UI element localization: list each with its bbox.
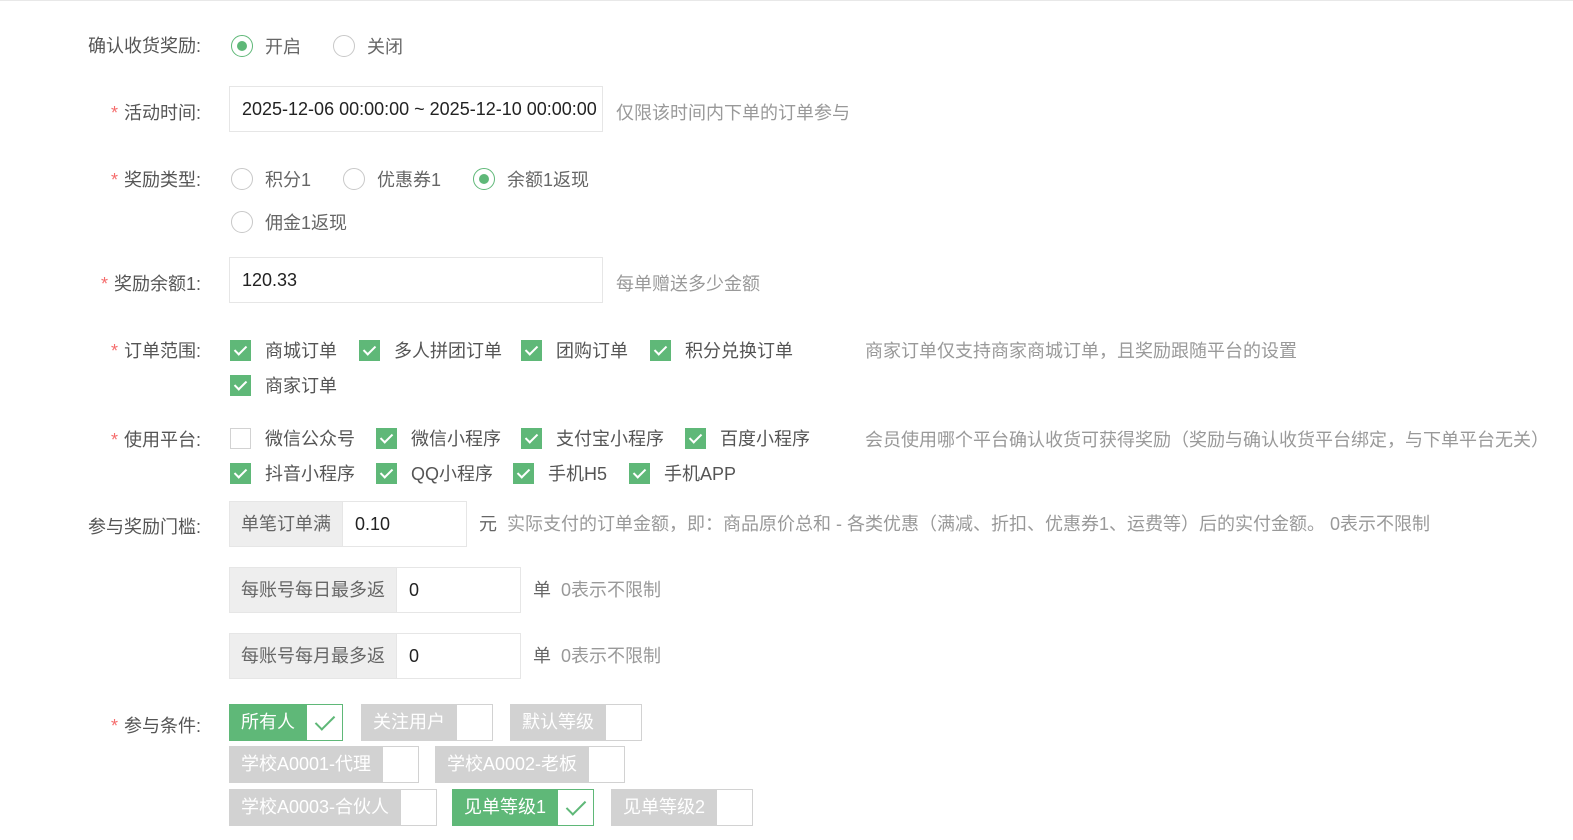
tag-empty-icon — [383, 746, 420, 783]
checkbox-check-icon — [685, 427, 706, 449]
reward-type-points-radio[interactable]: 积分1 — [231, 166, 311, 192]
activity-time-hint: 仅限该时间内下单的订单参与 — [616, 103, 850, 123]
checkbox-check-icon — [376, 462, 397, 484]
activity-time-input[interactable]: 2025-12-06 00:00:00 ~ 2025-12-10 00:00:0… — [229, 86, 603, 132]
checkbox-check-icon — [521, 427, 542, 449]
platform-qq-mini-checkbox[interactable]: QQ小程序 — [376, 460, 493, 486]
reward-balance-input[interactable]: 120.33 — [229, 257, 603, 303]
condition-tag-school-a0003[interactable]: 学校A0003-合伙人 — [229, 789, 438, 826]
threshold-monthly-limit-hint: 0表示不限制 — [561, 646, 662, 666]
confirm-reward-on-radio[interactable]: 开启 — [231, 33, 301, 59]
threshold-monthly-limit-row: 每账号每月最多返 0 单 0表示不限制 — [229, 633, 661, 679]
condition-tag-followers[interactable]: 关注用户 — [361, 704, 493, 741]
tag-check-icon — [307, 704, 343, 741]
reward-type-balance-radio[interactable]: 余额1返现 — [473, 166, 589, 192]
checkbox-check-icon — [513, 462, 534, 484]
condition-tag-default-level[interactable]: 默认等级 — [510, 704, 642, 741]
radio-circle-icon — [473, 168, 495, 190]
platform-app-checkbox[interactable]: 手机APP — [629, 460, 736, 486]
platforms-label: * 使用平台: — [110, 430, 201, 450]
platforms-hint: 会员使用哪个平台确认收货可获得奖励（奖励与确认收货平台绑定，与下单平台无关） — [865, 430, 1549, 450]
threshold-monthly-limit-input[interactable]: 0 — [397, 633, 521, 679]
tag-check-icon — [558, 789, 595, 826]
order-scope-points-exchange-checkbox[interactable]: 积分兑换订单 — [650, 337, 793, 363]
threshold-order-amount-row: 单笔订单满 0.10 元 实际支付的订单金额，即：商品原价总和 - 各类优惠（满… — [229, 501, 1430, 547]
radio-circle-icon — [231, 168, 253, 190]
reward-type-coupon-radio[interactable]: 优惠券1 — [343, 166, 441, 192]
checkbox-check-icon — [376, 427, 397, 449]
tag-empty-icon — [717, 789, 754, 826]
threshold-order-amount-unit: 元 — [479, 514, 497, 534]
tag-empty-icon — [589, 746, 626, 783]
reward-type-label: * 奖励类型: — [110, 170, 201, 190]
checkbox-check-icon — [230, 374, 251, 396]
platform-wechat-mini-checkbox[interactable]: 微信小程序 — [376, 425, 501, 451]
order-scope-label: * 订单范围: — [110, 341, 201, 361]
confirm-reward-off-radio[interactable]: 关闭 — [333, 33, 403, 59]
checkbox-check-icon — [650, 339, 671, 361]
threshold-monthly-limit-prefix: 每账号每月最多返 — [229, 633, 397, 679]
top-divider — [0, 0, 1573, 1]
checkbox-check-icon — [359, 339, 380, 361]
platform-baidu-mini-checkbox[interactable]: 百度小程序 — [685, 425, 810, 451]
checkbox-check-icon — [629, 462, 650, 484]
order-scope-merchant-checkbox[interactable]: 商家订单 — [230, 372, 337, 398]
checkbox-check-icon — [230, 339, 251, 361]
threshold-order-amount-hint: 实际支付的订单金额，即：商品原价总和 - 各类优惠（满减、折扣、优惠券1、运费等… — [507, 514, 1431, 534]
threshold-daily-limit-unit: 单 — [533, 580, 551, 600]
threshold-order-amount-input[interactable]: 0.10 — [343, 501, 467, 547]
threshold-order-amount-prefix: 单笔订单满 — [229, 501, 343, 547]
order-scope-groupbuy-checkbox[interactable]: 团购订单 — [521, 337, 628, 363]
reward-balance-hint: 每单赠送多少金额 — [616, 274, 760, 294]
threshold-monthly-limit-unit: 单 — [533, 646, 551, 666]
radio-circle-icon — [343, 168, 365, 190]
confirm-reward-label: 确认收货奖励: — [87, 36, 201, 56]
radio-circle-icon — [333, 35, 355, 57]
activity-time-label: * 活动时间: — [110, 103, 201, 123]
reward-balance-label: * 奖励余额1: — [100, 274, 201, 294]
condition-tag-all[interactable]: 所有人 — [229, 704, 343, 741]
radio-circle-icon — [231, 35, 253, 57]
tag-empty-icon — [401, 789, 438, 826]
tag-empty-icon — [457, 704, 493, 741]
threshold-daily-limit-input[interactable]: 0 — [397, 567, 521, 613]
condition-tag-school-a0002[interactable]: 学校A0002-老板 — [435, 746, 626, 783]
checkbox-check-icon — [521, 339, 542, 361]
threshold-daily-limit-prefix: 每账号每日最多返 — [229, 567, 397, 613]
threshold-daily-limit-row: 每账号每日最多返 0 单 0表示不限制 — [229, 567, 661, 613]
order-scope-hint: 商家订单仅支持商家商城订单，且奖励跟随平台的设置 — [865, 341, 1297, 361]
platform-douyin-mini-checkbox[interactable]: 抖音小程序 — [230, 460, 355, 486]
tag-empty-icon — [606, 704, 642, 741]
condition-tag-level-2[interactable]: 见单等级2 — [611, 789, 754, 826]
threshold-daily-limit-hint: 0表示不限制 — [561, 580, 662, 600]
threshold-label: 参与奖励门槛: — [87, 517, 201, 537]
checkbox-check-icon — [230, 462, 251, 484]
checkbox-empty-icon — [230, 427, 251, 449]
condition-tag-level-1[interactable]: 见单等级1 — [452, 789, 595, 826]
condition-tag-school-a0001[interactable]: 学校A0001-代理 — [229, 746, 420, 783]
order-scope-groupbuy-multi-checkbox[interactable]: 多人拼团订单 — [359, 337, 502, 363]
platform-alipay-mini-checkbox[interactable]: 支付宝小程序 — [521, 425, 664, 451]
reward-type-commission-radio[interactable]: 佣金1返现 — [231, 209, 347, 235]
conditions-label: * 参与条件: — [110, 716, 201, 736]
platform-h5-checkbox[interactable]: 手机H5 — [513, 460, 607, 486]
platform-wechat-official-checkbox[interactable]: 微信公众号 — [230, 425, 355, 451]
order-scope-mall-checkbox[interactable]: 商城订单 — [230, 337, 337, 363]
radio-circle-icon — [231, 211, 253, 233]
